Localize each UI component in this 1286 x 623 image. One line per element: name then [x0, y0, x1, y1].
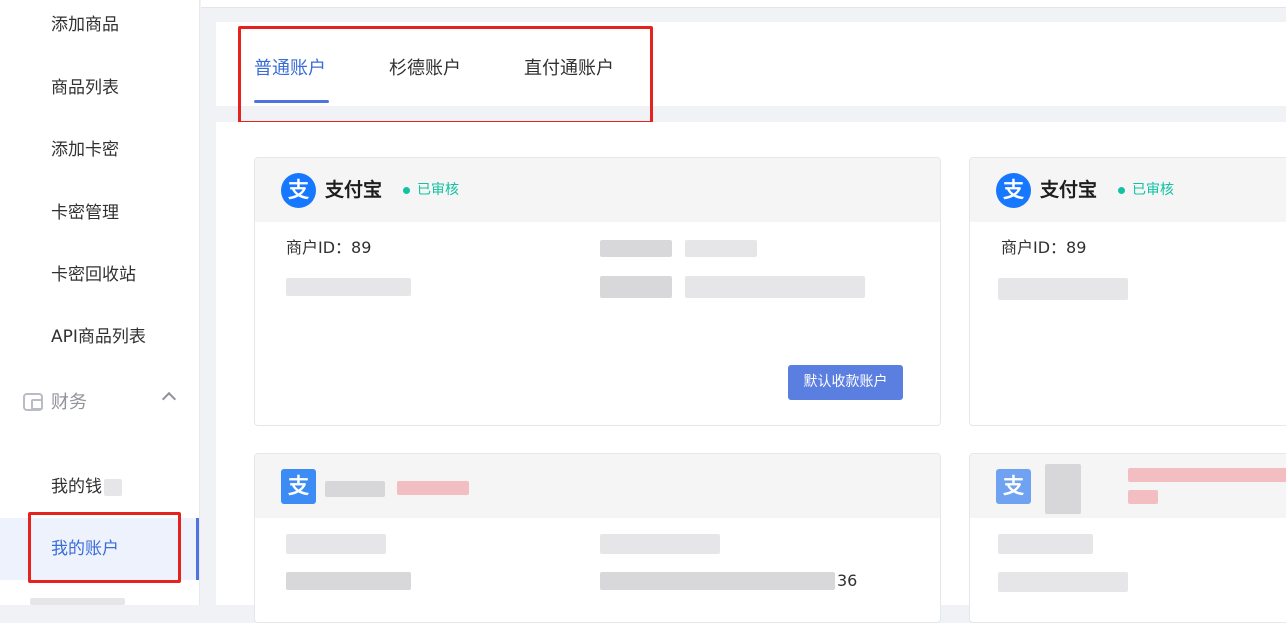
card-header: 支	[970, 454, 1286, 518]
sidebar-item-label: 添加卡密	[51, 140, 119, 160]
alipay-icon: 支	[996, 469, 1031, 504]
alipay-icon: 支	[996, 173, 1031, 208]
account-card: 支 支付宝 已审核 商户ID：89 默认收款账户	[254, 157, 941, 426]
redacted-text	[104, 479, 122, 496]
merchant-id: 商户ID：89	[286, 238, 372, 257]
annotation-highlight-box	[28, 512, 181, 583]
redacted-text	[685, 276, 865, 298]
redacted-text	[600, 240, 672, 257]
sidebar-item-label: 我的钱	[51, 477, 102, 497]
sidebar-item-add-card-key[interactable]: 添加卡密	[0, 119, 199, 181]
wallet-icon	[23, 393, 43, 411]
redacted-text	[998, 572, 1128, 592]
redacted-text	[685, 240, 757, 257]
sidebar-item-label: 卡密回收站	[51, 265, 136, 285]
sidebar-item-label: 商品列表	[51, 78, 119, 98]
status-badge: 已审核	[417, 182, 459, 198]
chevron-up-icon	[161, 391, 177, 407]
sidebar-group-finance[interactable]: 财务	[0, 372, 199, 434]
card-header: 支 支付宝 已审核	[970, 158, 1286, 222]
default-collection-account-button[interactable]: 默认收款账户	[788, 365, 903, 400]
sidebar-item-label: 卡密管理	[51, 203, 119, 223]
account-card: 支 支付宝 已审核 商户ID：89	[969, 157, 1286, 426]
redacted-text	[30, 598, 125, 605]
merchant-id: 商户ID：89	[1001, 238, 1087, 257]
status-dot	[403, 187, 410, 194]
redacted-text	[325, 481, 385, 497]
sidebar-item-api-product-list[interactable]: API商品列表	[0, 306, 199, 368]
alipay-icon: 支	[281, 173, 316, 208]
sidebar-item-my-wallet[interactable]: 我的钱	[0, 456, 199, 518]
redacted-text	[286, 278, 411, 296]
card-header: 支	[255, 454, 940, 518]
sidebar-item-add-product[interactable]: 添加商品	[0, 0, 199, 56]
card-title: 支付宝	[325, 179, 383, 201]
sidebar-item-label: 添加商品	[51, 15, 119, 35]
redacted-text	[998, 278, 1128, 300]
redacted-text	[1128, 468, 1286, 482]
redacted-text	[998, 534, 1093, 554]
top-strip	[201, 0, 1286, 8]
redacted-text	[397, 481, 469, 495]
redacted-text	[600, 276, 672, 298]
sidebar-item-card-key-recycle[interactable]: 卡密回收站	[0, 244, 199, 306]
status-badge: 已审核	[1132, 182, 1174, 198]
account-card: 支	[969, 453, 1286, 623]
redacted-text	[286, 572, 411, 590]
redacted-text	[600, 534, 720, 554]
redacted-text	[286, 534, 386, 554]
redacted-text	[600, 572, 835, 590]
alipay-icon: 支	[281, 469, 316, 504]
annotation-highlight-box	[238, 26, 653, 124]
account-card: 支 36	[254, 453, 941, 623]
redacted-text	[1045, 464, 1081, 514]
status-dot	[1118, 187, 1125, 194]
redacted-text	[1128, 490, 1158, 504]
sidebar-item-label: API商品列表	[51, 327, 146, 347]
sidebar-item-product-list[interactable]: 商品列表	[0, 57, 199, 119]
sidebar-group-label: 财务	[51, 392, 87, 413]
card-header: 支 支付宝 已审核	[255, 158, 940, 222]
account-number-suffix: 36	[837, 571, 858, 590]
sidebar-item-card-key-manage[interactable]: 卡密管理	[0, 182, 199, 244]
card-title: 支付宝	[1040, 179, 1098, 201]
